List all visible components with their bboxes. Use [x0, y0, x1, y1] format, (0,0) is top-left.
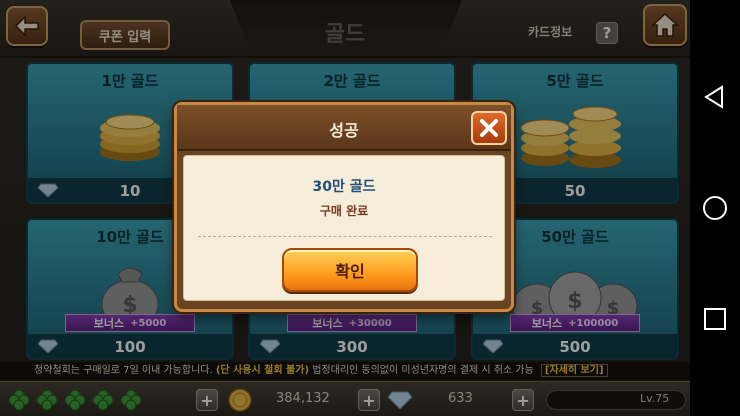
purchased-item: 30만 골드 [312, 179, 376, 195]
dialog-title: 성공 [329, 121, 359, 140]
circle-home-icon [703, 196, 727, 220]
purchase-success-dialog: 성공 30만 골드 구매 완료 확인 [174, 102, 514, 312]
game-screen: 쿠폰 입력 골드 카드정보 ? 1만 골드 10 2만 골드 5만 골드 50 … [0, 0, 690, 416]
dialog-divider [198, 236, 492, 237]
dialog-body: 30만 골드 구매 완료 확인 [183, 155, 505, 301]
triangle-back-icon [704, 85, 723, 109]
nav-home-button[interactable] [690, 183, 740, 233]
nav-recents-button[interactable] [690, 294, 740, 344]
confirm-button[interactable]: 확인 [282, 248, 418, 292]
nav-back-button[interactable] [690, 72, 740, 122]
close-icon [480, 119, 498, 137]
close-button[interactable] [471, 111, 507, 145]
dialog-message: 구매 완료 [319, 204, 369, 218]
square-recents-icon [704, 308, 726, 330]
android-nav-bar [690, 0, 740, 416]
